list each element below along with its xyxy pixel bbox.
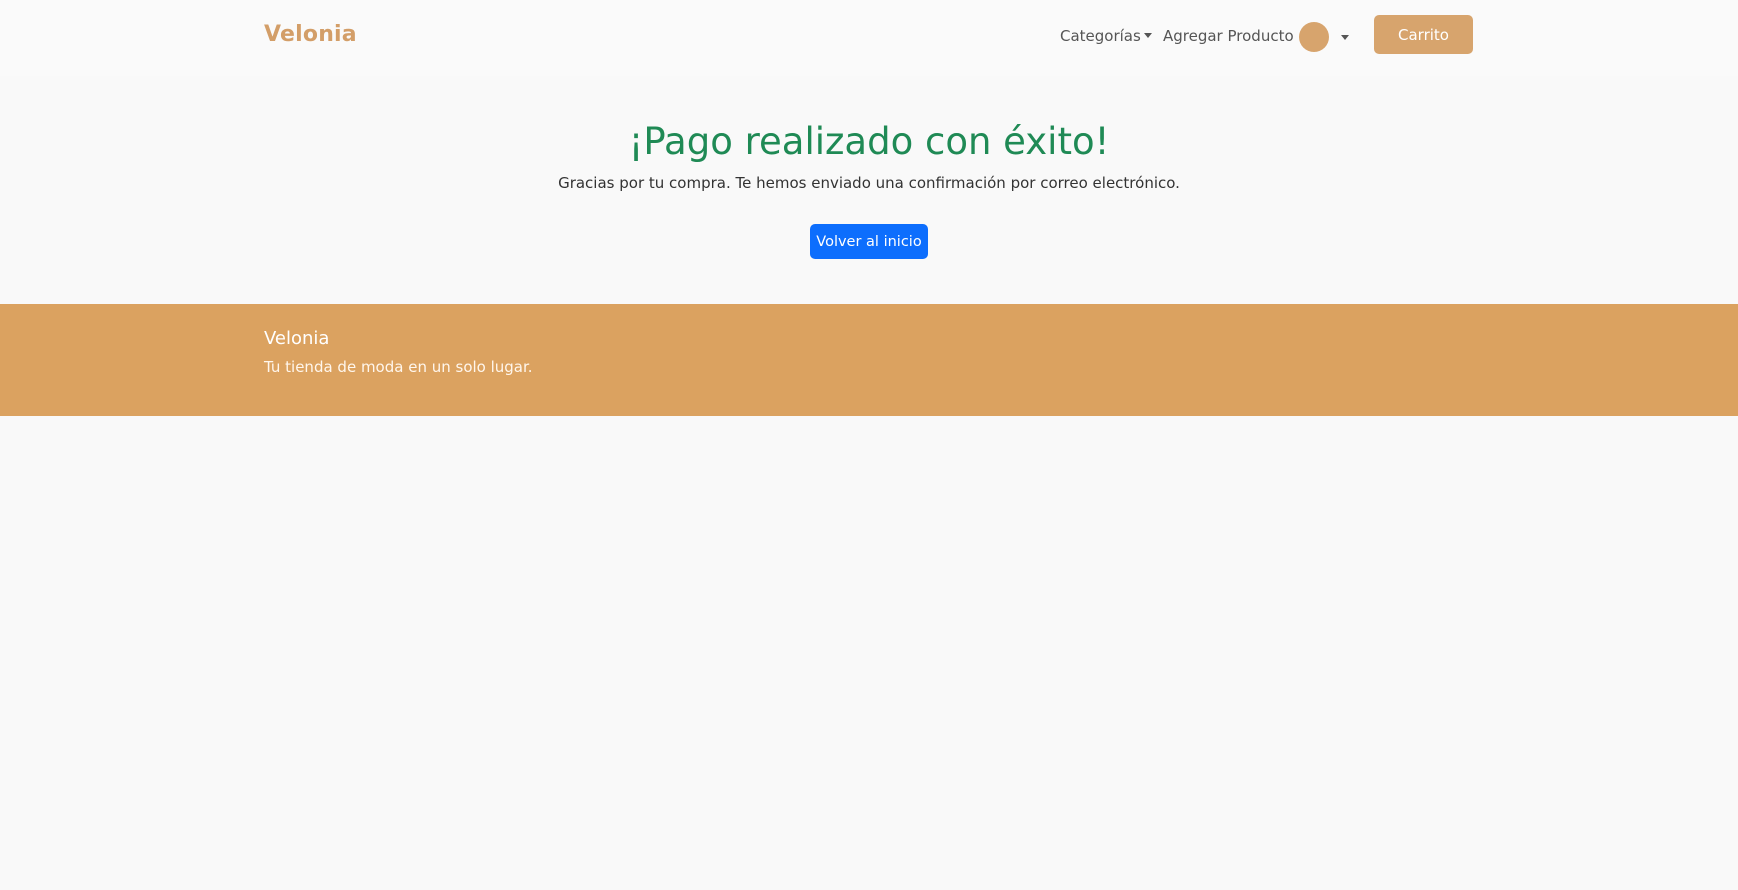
confirmation-message: Gracias por tu compra. Te hemos enviado …: [558, 174, 1180, 192]
nav-agregar-producto[interactable]: Agregar Producto: [1163, 27, 1294, 45]
user-avatar-icon: [1299, 22, 1329, 52]
footer-tagline: Tu tienda de moda en un solo lugar.: [264, 358, 533, 376]
nav-categorias-label: Categorías: [1060, 27, 1141, 45]
nav-categorias-dropdown[interactable]: Categorías: [1060, 27, 1152, 45]
page-title: ¡Pago realizado con éxito!: [628, 120, 1110, 163]
footer-brand: Velonia: [264, 328, 330, 349]
cart-button[interactable]: Carrito: [1374, 15, 1473, 54]
site-footer: Velonia Tu tienda de moda en un solo lug…: [0, 304, 1738, 416]
user-menu-toggle[interactable]: [1299, 22, 1351, 52]
brand-logo[interactable]: Velonia: [264, 22, 357, 47]
payment-success-section: ¡Pago realizado con éxito! Gracias por t…: [0, 76, 1738, 304]
navbar: Velonia Categorías Agregar Producto Carr…: [0, 0, 1738, 76]
back-home-button[interactable]: Volver al inicio: [810, 224, 928, 259]
caret-down-icon: [1341, 35, 1349, 40]
caret-down-icon: [1143, 33, 1152, 38]
